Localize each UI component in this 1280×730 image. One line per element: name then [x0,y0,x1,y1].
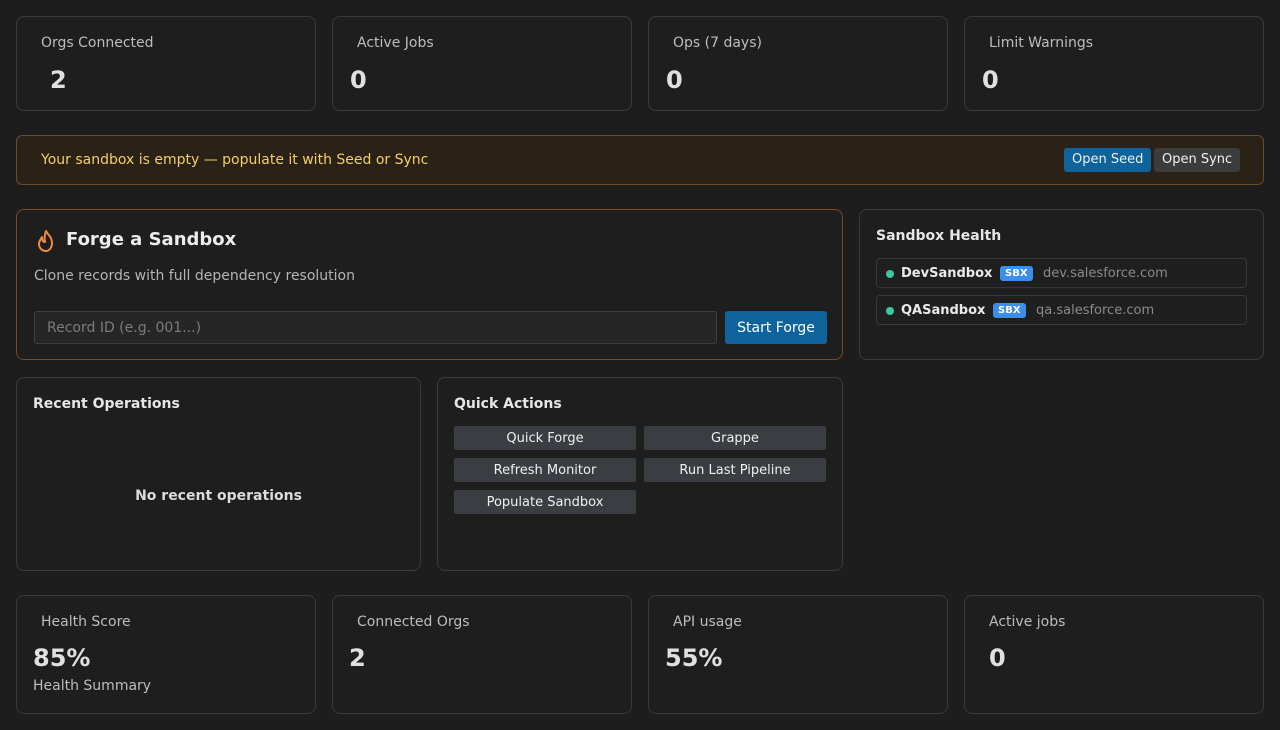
stat-value: 0 [666,66,683,94]
record-id-input[interactable] [34,311,717,344]
org-host: qa.salesforce.com [1036,303,1155,318]
stat-label: Active jobs [989,614,1066,630]
forge-title: Forge a Sandbox [66,229,237,250]
stat-label: Orgs Connected [41,35,154,51]
stat-value: 0 [350,66,367,94]
stat-label: Limit Warnings [989,35,1094,51]
org-host: dev.salesforce.com [1043,266,1168,281]
open-seed-button[interactable]: Open Seed [1064,148,1152,172]
recent-operations-card: Recent Operations No recent operations [16,377,421,571]
org-row-devsandbox[interactable]: DevSandbox SBX dev.salesforce.com [876,258,1247,288]
stat-value: 0 [982,66,999,94]
sandbox-health-title: Sandbox Health [876,228,1002,244]
sbx-badge: SBX [1000,266,1033,281]
stat-value: 0 [989,644,1006,672]
start-forge-button[interactable]: Start Forge [725,311,827,344]
stat-label: Active Jobs [357,35,434,51]
org-name: QASandbox [901,303,986,318]
forge-description: Clone records with full dependency resol… [34,268,355,284]
run-last-pipeline-button[interactable]: Run Last Pipeline [644,458,826,482]
refresh-monitor-button[interactable]: Refresh Monitor [454,458,636,482]
recent-operations-title: Recent Operations [33,396,180,412]
org-row-qasandbox[interactable]: QASandbox SBX qa.salesforce.com [876,295,1247,325]
populate-sandbox-button[interactable]: Populate Sandbox [454,490,636,514]
status-dot-icon [886,307,894,315]
sandbox-health-card: Sandbox Health DevSandbox SBX dev.salesf… [859,209,1264,360]
forge-sandbox-card: Forge a Sandbox Clone records with full … [16,209,843,360]
quick-forge-button[interactable]: Quick Forge [454,426,636,450]
banner-message: Your sandbox is empty — populate it with… [41,152,429,168]
stat-value: 2 [50,66,67,94]
stat-card-ops-7-days: Ops (7 days) 0 [648,16,948,111]
health-summary-link[interactable]: Health Summary [33,678,151,694]
stat-card-health-score: Health Score 85% Health Summary [16,595,316,714]
grappe-button[interactable]: Grappe [644,426,826,450]
stat-label: Connected Orgs [357,614,470,630]
sbx-badge: SBX [993,303,1026,318]
stat-card-active-jobs-bottom: Active jobs 0 [964,595,1264,714]
stat-card-connected-orgs: Connected Orgs 2 [332,595,632,714]
open-sync-button[interactable]: Open Sync [1154,148,1241,172]
stat-value: 85% [33,644,91,672]
stat-value: 55% [665,644,723,672]
stat-value: 2 [349,644,366,672]
stat-card-limit-warnings: Limit Warnings 0 [964,16,1264,111]
stat-card-api-usage: API usage 55% [648,595,948,714]
stat-card-active-jobs: Active Jobs 0 [332,16,632,111]
quick-actions-card: Quick Actions Quick Forge Grappe Refresh… [437,377,843,571]
quick-actions-title: Quick Actions [454,396,562,412]
empty-state-text: No recent operations [135,488,302,504]
flame-icon [36,229,56,253]
stat-label: Health Score [41,614,131,630]
stat-label: Ops (7 days) [673,35,762,51]
org-name: DevSandbox [901,266,993,281]
empty-sandbox-banner: Your sandbox is empty — populate it with… [16,135,1264,185]
status-dot-icon [886,270,894,278]
stat-label: API usage [673,614,742,630]
stat-card-orgs-connected: Orgs Connected 2 [16,16,316,111]
